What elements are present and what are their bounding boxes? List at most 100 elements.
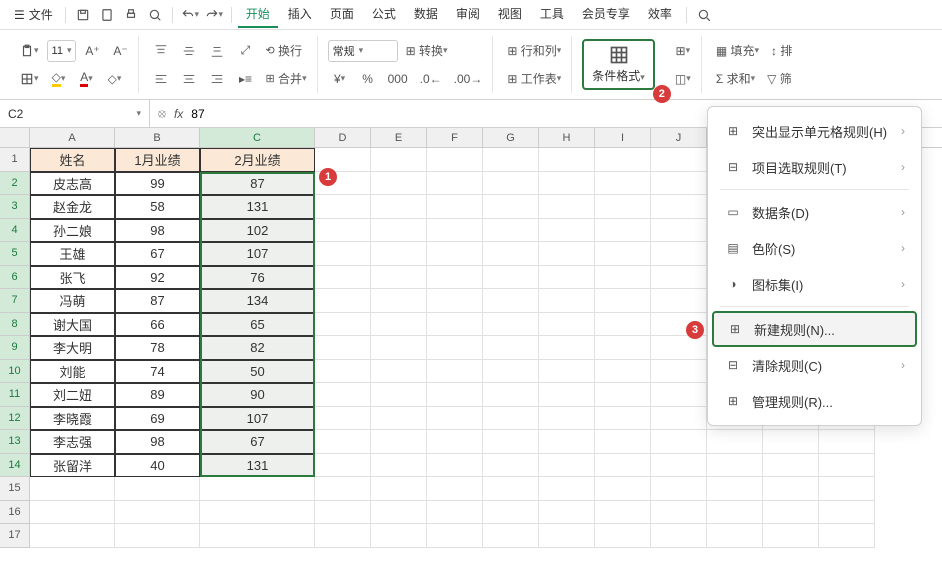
cell-I15[interactable] xyxy=(595,477,651,501)
cell-C2[interactable]: 87 xyxy=(200,172,315,196)
cell-C15[interactable] xyxy=(200,477,315,501)
align-bottom-icon[interactable] xyxy=(205,39,229,63)
cell-C6[interactable]: 76 xyxy=(200,266,315,290)
cell-K17[interactable] xyxy=(707,524,763,548)
cell-F7[interactable] xyxy=(427,289,483,313)
cell-E4[interactable] xyxy=(371,219,427,243)
cell-D5[interactable] xyxy=(315,242,371,266)
cell-G3[interactable] xyxy=(483,195,539,219)
cell-M15[interactable] xyxy=(819,477,875,501)
cell-E15[interactable] xyxy=(371,477,427,501)
cell-B17[interactable] xyxy=(115,524,200,548)
orientation-icon[interactable]: ⤢ xyxy=(233,39,257,63)
cell-J12[interactable] xyxy=(651,407,707,431)
cell-G11[interactable] xyxy=(483,383,539,407)
cell-J17[interactable] xyxy=(651,524,707,548)
print-icon[interactable] xyxy=(120,4,142,26)
cell-I8[interactable] xyxy=(595,313,651,337)
row-header-12[interactable]: 12 xyxy=(0,407,30,431)
select-all-corner[interactable] xyxy=(0,128,30,147)
conditional-format-button[interactable]: 条件格式▾ xyxy=(582,39,655,90)
cell-A15[interactable] xyxy=(30,477,115,501)
cell-J15[interactable] xyxy=(651,477,707,501)
cell-F12[interactable] xyxy=(427,407,483,431)
cell-E5[interactable] xyxy=(371,242,427,266)
tab-开始[interactable]: 开始 xyxy=(238,1,278,28)
cell-H4[interactable] xyxy=(539,219,595,243)
cell-F14[interactable] xyxy=(427,454,483,478)
cell-I12[interactable] xyxy=(595,407,651,431)
dropdown-item-4[interactable]: ▤色阶(S)› xyxy=(712,230,917,266)
fill-button[interactable]: ▦ 填充▾ xyxy=(712,39,763,63)
cell-A10[interactable]: 刘能 xyxy=(30,360,115,384)
row-header-16[interactable]: 16 xyxy=(0,501,30,525)
row-header-10[interactable]: 10 xyxy=(0,360,30,384)
cell-I7[interactable] xyxy=(595,289,651,313)
row-header-5[interactable]: 5 xyxy=(0,242,30,266)
tab-插入[interactable]: 插入 xyxy=(280,1,320,28)
cell-D10[interactable] xyxy=(315,360,371,384)
cell-H5[interactable] xyxy=(539,242,595,266)
cell-F15[interactable] xyxy=(427,477,483,501)
fill-color-icon[interactable]: ◇▾ xyxy=(47,67,71,91)
cell-G2[interactable] xyxy=(483,172,539,196)
cell-I2[interactable] xyxy=(595,172,651,196)
cell-A14[interactable]: 张留洋 xyxy=(30,454,115,478)
cell-F4[interactable] xyxy=(427,219,483,243)
paste-icon[interactable]: ▾ xyxy=(16,39,43,63)
cell-F17[interactable] xyxy=(427,524,483,548)
cell-I14[interactable] xyxy=(595,454,651,478)
cell-A11[interactable]: 刘二妞 xyxy=(30,383,115,407)
cell-A9[interactable]: 李大明 xyxy=(30,336,115,360)
cell-F11[interactable] xyxy=(427,383,483,407)
cell-E3[interactable] xyxy=(371,195,427,219)
tab-会员专享[interactable]: 会员专享 xyxy=(574,1,638,28)
cell-I6[interactable] xyxy=(595,266,651,290)
row-header-8[interactable]: 8 xyxy=(0,313,30,337)
cell-C10[interactable]: 50 xyxy=(200,360,315,384)
cell-G12[interactable] xyxy=(483,407,539,431)
cell-F16[interactable] xyxy=(427,501,483,525)
borders-icon[interactable]: ▾ xyxy=(16,67,43,91)
cell-G1[interactable] xyxy=(483,148,539,172)
col-header-A[interactable]: A xyxy=(30,128,115,147)
font-size-select[interactable]: 11▾ xyxy=(47,40,77,62)
cell-B9[interactable]: 78 xyxy=(115,336,200,360)
cell-I13[interactable] xyxy=(595,430,651,454)
cell-F10[interactable] xyxy=(427,360,483,384)
cell-D16[interactable] xyxy=(315,501,371,525)
row-header-6[interactable]: 6 xyxy=(0,266,30,290)
dropdown-item-5[interactable]: ◑图标集(I)› xyxy=(712,266,917,302)
cell-B2[interactable]: 99 xyxy=(115,172,200,196)
cell-H2[interactable] xyxy=(539,172,595,196)
cell-C17[interactable] xyxy=(200,524,315,548)
cell-G10[interactable] xyxy=(483,360,539,384)
cell-A6[interactable]: 张飞 xyxy=(30,266,115,290)
cell-C5[interactable]: 107 xyxy=(200,242,315,266)
cell-M16[interactable] xyxy=(819,501,875,525)
cell-A8[interactable]: 谢大国 xyxy=(30,313,115,337)
col-header-B[interactable]: B xyxy=(115,128,200,147)
cell-J1[interactable] xyxy=(651,148,707,172)
increase-font-icon[interactable]: A⁺ xyxy=(80,39,104,63)
align-right-icon[interactable] xyxy=(205,67,229,91)
file-menu[interactable]: ☰ 文件 xyxy=(8,4,59,25)
cell-D14[interactable] xyxy=(315,454,371,478)
cell-I3[interactable] xyxy=(595,195,651,219)
row-header-11[interactable]: 11 xyxy=(0,383,30,407)
cell-L17[interactable] xyxy=(763,524,819,548)
cell-H11[interactable] xyxy=(539,383,595,407)
cell-H8[interactable] xyxy=(539,313,595,337)
cell-D4[interactable] xyxy=(315,219,371,243)
cell-E17[interactable] xyxy=(371,524,427,548)
cell-K13[interactable] xyxy=(707,430,763,454)
save-icon[interactable] xyxy=(72,4,94,26)
align-center-icon[interactable] xyxy=(177,67,201,91)
row-header-14[interactable]: 14 xyxy=(0,454,30,478)
dropdown-item-8[interactable]: ⊟清除规则(C)› xyxy=(712,347,917,383)
row-header-1[interactable]: 1 xyxy=(0,148,30,172)
cell-A1[interactable]: 姓名 xyxy=(30,148,115,172)
cell-K16[interactable] xyxy=(707,501,763,525)
cell-D7[interactable] xyxy=(315,289,371,313)
cell-K15[interactable] xyxy=(707,477,763,501)
